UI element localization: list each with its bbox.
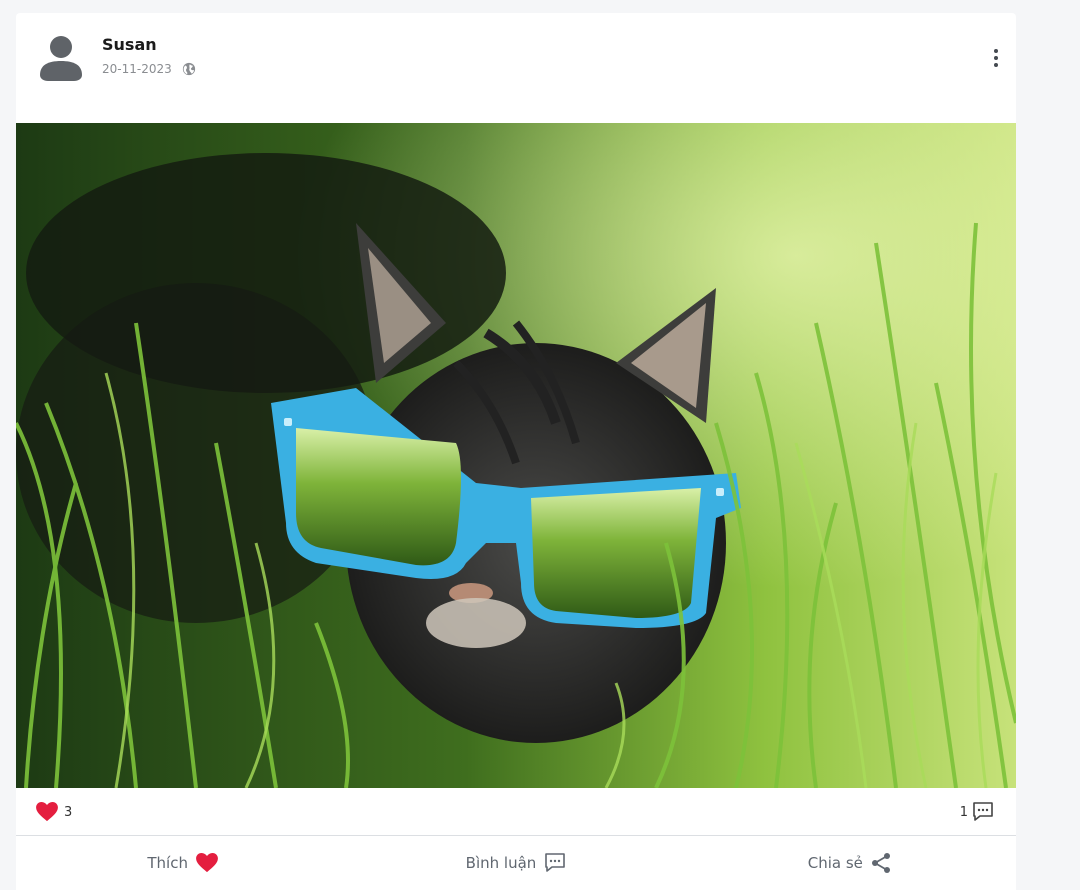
like-button[interactable]: Thích — [16, 836, 349, 890]
post-header: Susan 20-11-2023 — [16, 13, 1016, 123]
post-actions: Thích Bình luận Chia sẻ — [16, 836, 1016, 890]
like-stats[interactable]: 3 — [36, 802, 72, 822]
heart-icon — [36, 802, 58, 822]
globe-icon — [182, 62, 195, 76]
post-stats: 3 1 — [16, 788, 1016, 836]
author-name[interactable]: Susan — [102, 35, 157, 54]
like-button-label: Thích — [147, 854, 188, 872]
more-options-icon-dot — [994, 56, 998, 60]
share-icon — [871, 853, 890, 873]
comment-icon — [545, 853, 566, 872]
more-options-icon-dot — [994, 63, 998, 67]
avatar[interactable] — [40, 35, 82, 81]
post-card: Susan 20-11-2023 3 1 Thích Bình luận Chi… — [16, 13, 1016, 890]
comment-button-label: Bình luận — [465, 854, 537, 872]
more-options-icon — [994, 49, 998, 53]
comment-icon — [973, 802, 993, 821]
share-button-label: Chia sẻ — [807, 854, 863, 872]
post-image[interactable] — [16, 123, 1016, 788]
more-options-button[interactable] — [988, 47, 1004, 69]
like-count: 3 — [64, 804, 73, 820]
post-meta: 20-11-2023 — [102, 61, 196, 77]
share-button[interactable]: Chia sẻ — [683, 836, 1016, 890]
comment-count: 1 — [959, 804, 968, 820]
post-date: 20-11-2023 — [102, 62, 172, 76]
heart-icon — [196, 853, 218, 873]
comment-button[interactable]: Bình luận — [349, 836, 682, 890]
comment-stats[interactable]: 1 — [960, 802, 994, 822]
